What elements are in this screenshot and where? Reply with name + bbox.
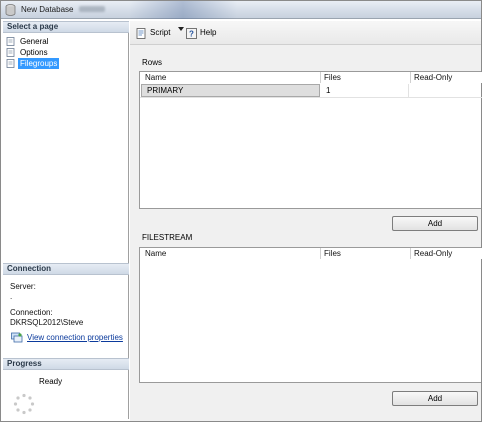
connection-value: DKRSQL2012\Steve	[10, 318, 84, 327]
page-icon	[6, 59, 15, 68]
progress-header: Progress	[3, 358, 129, 370]
left-pane: Select a page General Options Filegroups…	[3, 21, 129, 419]
title-blur-overlay	[79, 6, 105, 12]
script-button[interactable]: Script	[136, 26, 176, 40]
rows-grid-header: Name Files Read-Only	[140, 72, 482, 83]
help-label: Help	[200, 28, 217, 37]
connection-label: Connection:	[10, 308, 53, 317]
page-icon	[6, 37, 15, 46]
row-divider	[140, 97, 482, 98]
database-icon	[5, 4, 16, 16]
right-pane: Script ? Help Rows Name Files Read-Only	[130, 21, 482, 421]
filestream-grid[interactable]: Name Files Read-Only	[139, 247, 482, 383]
script-label: Script	[150, 28, 171, 37]
cell-files[interactable]: 1	[321, 84, 409, 97]
page-icon	[6, 48, 15, 57]
title-bar[interactable]: New Database	[1, 1, 481, 19]
column-divider	[410, 248, 411, 259]
cell-name[interactable]: PRIMARY	[141, 84, 320, 97]
filestream-grid-header: Name Files Read-Only	[140, 248, 482, 259]
svg-text:?: ?	[189, 30, 194, 39]
column-header-read-only[interactable]: Read-Only	[414, 73, 452, 82]
page-item-label: General	[20, 37, 49, 46]
column-divider	[320, 248, 321, 259]
connection-header: Connection	[3, 263, 129, 275]
page-item-label: Filegroups	[18, 58, 60, 69]
column-divider	[320, 72, 321, 83]
toolbar: Script ? Help	[130, 21, 481, 45]
rows-grid[interactable]: Name Files Read-Only PRIMARY 1	[139, 71, 482, 209]
column-header-name[interactable]: Name	[145, 73, 166, 82]
column-divider	[410, 72, 411, 83]
script-dropdown-chevron-icon[interactable]	[178, 27, 184, 31]
progress-spinner-icon	[13, 393, 35, 415]
server-label: Server:	[10, 282, 36, 291]
column-header-files[interactable]: Files	[324, 73, 341, 82]
rows-add-button[interactable]: Add	[392, 216, 478, 231]
title-glass-effect	[129, 1, 237, 19]
window-title: New Database	[21, 5, 74, 14]
table-row[interactable]: PRIMARY 1	[140, 84, 482, 97]
script-icon	[136, 28, 146, 39]
column-header-name[interactable]: Name	[145, 249, 166, 258]
filestream-section-label: FILESTREAM	[142, 233, 193, 242]
select-page-header: Select a page	[3, 21, 129, 33]
column-header-files[interactable]: Files	[324, 249, 341, 258]
filestream-add-button[interactable]: Add	[392, 391, 478, 406]
progress-status: Ready	[39, 377, 63, 386]
cell-read-only[interactable]	[410, 84, 482, 97]
page-item-general[interactable]: General	[6, 36, 116, 47]
page-item-options[interactable]: Options	[6, 47, 116, 58]
server-value: .	[10, 292, 13, 301]
page-item-label: Options	[20, 48, 48, 57]
help-icon: ?	[186, 28, 197, 39]
rows-section-label: Rows	[142, 58, 163, 67]
new-database-window: New Database Select a page General Optio…	[0, 0, 482, 422]
help-button[interactable]: ? Help	[186, 26, 220, 40]
connection-properties-icon	[11, 332, 23, 343]
view-connection-properties-link[interactable]: View connection properties	[27, 333, 123, 342]
column-header-read-only[interactable]: Read-Only	[414, 249, 452, 258]
page-item-filegroups[interactable]: Filegroups	[6, 58, 116, 69]
